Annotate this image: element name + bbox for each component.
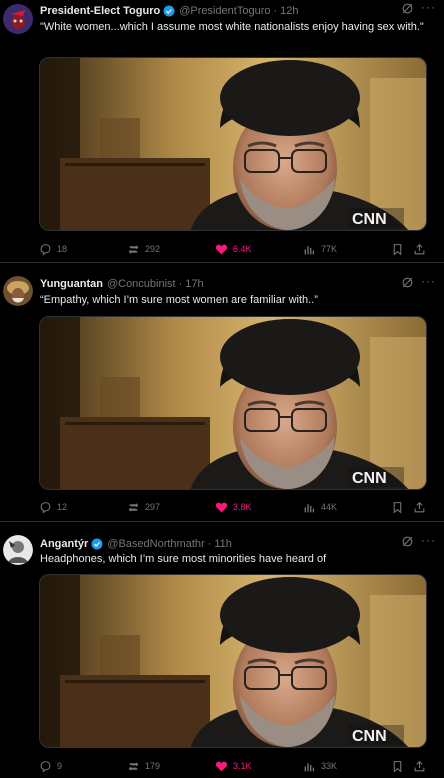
grok-icon[interactable] — [401, 2, 414, 15]
views-count: 44K — [321, 502, 338, 512]
repost-icon — [128, 761, 139, 771]
repost-count: 292 — [145, 244, 161, 254]
repost-icon — [128, 244, 139, 254]
bookmark-icon — [393, 243, 402, 256]
bookmark-icon — [393, 760, 402, 773]
media-watermark: CNN — [352, 211, 387, 228]
media-watermark: CNN — [352, 470, 387, 487]
reply-icon — [40, 243, 51, 255]
bookmark-button[interactable] — [391, 758, 409, 774]
bookmark-icon — [393, 501, 402, 514]
repost-button[interactable]: 292 — [127, 241, 160, 257]
author-handle[interactable]: @PresidentToguro — [179, 5, 270, 17]
verified-icon — [91, 538, 103, 550]
more-icon[interactable]: ··· — [421, 274, 436, 288]
repost-button[interactable]: 297 — [127, 499, 160, 515]
repost-count: 297 — [145, 502, 161, 512]
avatar[interactable] — [3, 4, 33, 34]
reply-button[interactable]: 18 — [39, 241, 67, 257]
tweet-media[interactable]: CNN — [39, 574, 427, 748]
views-count: 33K — [321, 761, 338, 771]
bookmark-button[interactable] — [391, 499, 409, 515]
reply-button[interactable]: 12 — [39, 499, 67, 515]
separator-dot: · — [273, 5, 278, 17]
views-count: 77K — [321, 244, 338, 254]
timestamp[interactable]: 17h — [185, 278, 203, 290]
tweet-header: Angantýr @BasedNorthmathr · 11h — [40, 536, 436, 552]
separator-dot: · — [178, 278, 183, 290]
repost-count: 179 — [145, 761, 161, 771]
tweet[interactable]: President-Elect Toguro @PresidentToguro … — [0, 0, 444, 263]
share-button[interactable] — [413, 241, 431, 257]
avatar[interactable] — [3, 535, 33, 565]
tweet-header: President-Elect Toguro @PresidentToguro … — [40, 3, 436, 19]
verified-icon — [163, 5, 175, 17]
more-icon[interactable]: ··· — [421, 533, 436, 547]
tweet-media[interactable]: CNN — [39, 57, 427, 231]
reply-count: 18 — [57, 244, 68, 254]
tweet-actions: 12 297 3.8K 44K — [39, 499, 430, 515]
tweet-text: "White women...which I assume most white… — [40, 21, 424, 33]
grok-icon[interactable] — [401, 535, 414, 548]
timestamp[interactable]: 11h — [214, 538, 232, 550]
grok-icon[interactable] — [401, 276, 414, 289]
more-icon[interactable]: ··· — [421, 0, 436, 14]
reply-icon — [40, 760, 51, 772]
bookmark-button[interactable] — [391, 241, 409, 257]
share-icon — [414, 760, 425, 771]
reply-count: 9 — [57, 761, 63, 771]
timestamp[interactable]: 12h — [280, 5, 298, 17]
media-watermark: CNN — [352, 728, 387, 745]
reply-icon — [40, 501, 51, 513]
tweet-header: Yunguantan @Concubinist · 17h — [40, 276, 436, 292]
views-button[interactable]: 33K — [303, 758, 337, 774]
like-button[interactable]: 3.1K — [215, 758, 252, 774]
share-icon — [414, 243, 425, 254]
tweet-actions: 9 179 3.1K 33K — [39, 758, 430, 774]
views-button[interactable]: 77K — [303, 241, 337, 257]
tweet-text: “Empathy, which I’m sure most women are … — [40, 294, 318, 306]
tweet-text: Headphones, which I’m sure most minoriti… — [40, 553, 327, 565]
author-name[interactable]: Angantýr — [40, 538, 88, 550]
views-icon — [304, 245, 315, 254]
reply-button[interactable]: 9 — [39, 758, 62, 774]
views-icon — [304, 762, 315, 771]
like-count: 3.8K — [233, 502, 252, 512]
avatar[interactable] — [3, 276, 33, 306]
separator-dot: · — [207, 538, 212, 550]
views-button[interactable]: 44K — [303, 499, 337, 515]
repost-icon — [128, 502, 139, 512]
tweet[interactable]: Yunguantan @Concubinist · 17h ··· “Empat… — [0, 263, 444, 522]
share-button[interactable] — [413, 758, 431, 774]
like-count: 6.4K — [233, 244, 252, 254]
author-name[interactable]: President-Elect Toguro — [40, 5, 160, 17]
like-button[interactable]: 3.8K — [215, 499, 252, 515]
like-icon — [215, 761, 228, 771]
share-button[interactable] — [413, 499, 431, 515]
like-icon — [215, 244, 228, 254]
author-name[interactable]: Yunguantan — [40, 278, 103, 290]
like-count: 3.1K — [233, 761, 252, 771]
like-icon — [215, 502, 228, 512]
author-handle[interactable]: @BasedNorthmathr — [107, 538, 204, 550]
author-handle[interactable]: @Concubinist — [107, 278, 176, 290]
tweet-media[interactable]: CNN — [39, 316, 427, 490]
like-button[interactable]: 6.4K — [215, 241, 252, 257]
tweet-actions: 18 292 6.4K 77K — [39, 241, 430, 257]
tweet[interactable]: Angantýr @BasedNorthmathr · 11h ··· Head… — [0, 522, 444, 778]
reply-count: 12 — [57, 502, 68, 512]
repost-button[interactable]: 179 — [127, 758, 160, 774]
views-icon — [304, 503, 315, 512]
share-icon — [414, 501, 425, 512]
